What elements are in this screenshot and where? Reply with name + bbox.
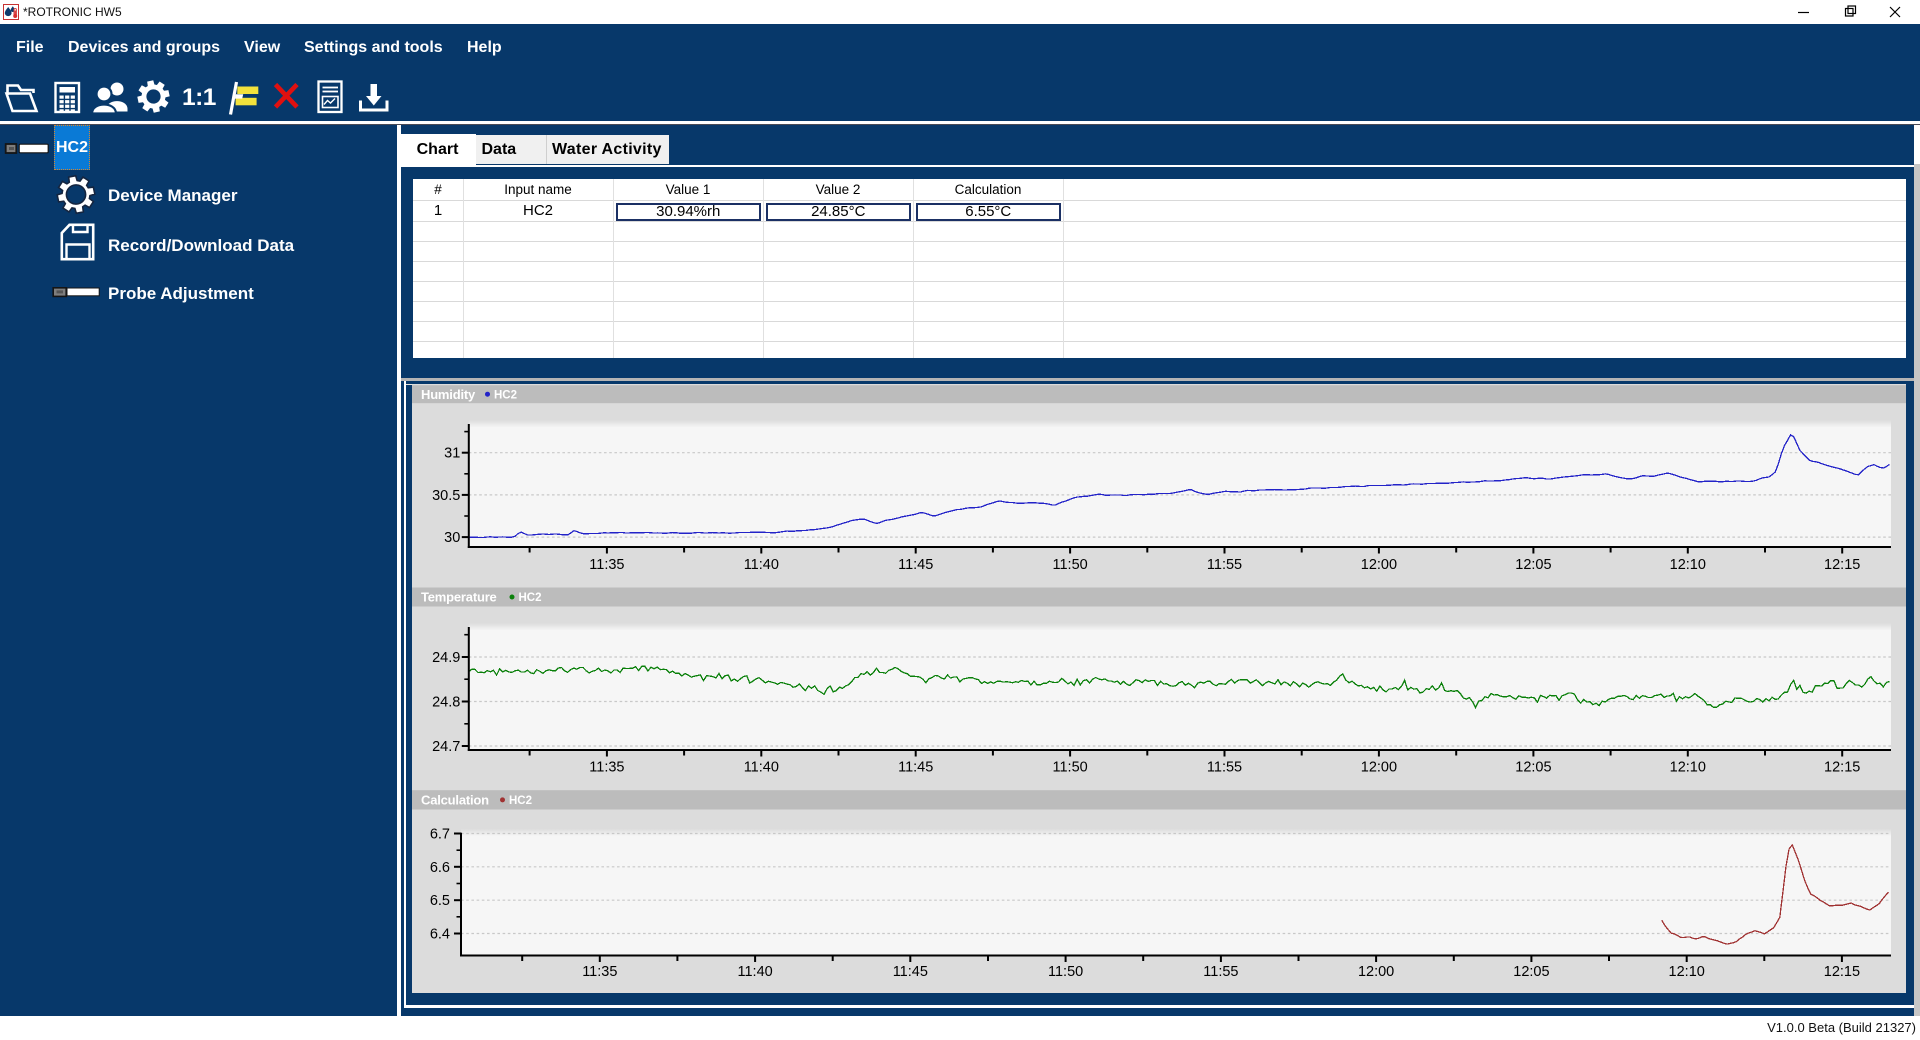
svg-text:Temperature: Temperature (421, 590, 497, 605)
svg-text:Humidity: Humidity (421, 387, 476, 402)
svg-text:31: 31 (444, 446, 460, 462)
svg-text:12:05: 12:05 (1515, 760, 1551, 776)
svg-text:12:10: 12:10 (1670, 557, 1706, 573)
svg-text:11:35: 11:35 (589, 557, 624, 573)
svg-text:11:50: 11:50 (1048, 964, 1083, 980)
svg-text:30.5: 30.5 (432, 488, 460, 504)
svg-text:11:45: 11:45 (893, 964, 928, 980)
svg-text:11:35: 11:35 (582, 964, 617, 980)
svg-text:12:00: 12:00 (1361, 557, 1397, 573)
svg-text:11:55: 11:55 (1207, 557, 1242, 573)
svg-text:12:10: 12:10 (1670, 760, 1706, 776)
svg-text:11:40: 11:40 (737, 964, 772, 980)
svg-text:30: 30 (444, 530, 460, 546)
svg-text:24.8: 24.8 (432, 695, 460, 711)
svg-text:HC2: HC2 (494, 389, 517, 401)
svg-text:11:50: 11:50 (1052, 557, 1087, 573)
svg-text:6.7: 6.7 (430, 827, 450, 843)
svg-text:Calculation: Calculation (421, 793, 489, 808)
svg-text:12:10: 12:10 (1669, 964, 1705, 980)
svg-text:11:40: 11:40 (744, 557, 779, 573)
svg-text:11:40: 11:40 (744, 760, 779, 776)
svg-text:1:1: 1:1 (182, 84, 216, 111)
svg-text:12:00: 12:00 (1361, 760, 1397, 776)
svg-text:11:45: 11:45 (898, 760, 933, 776)
svg-text:12:05: 12:05 (1513, 964, 1549, 980)
svg-text:HC2: HC2 (519, 592, 542, 604)
svg-text:11:45: 11:45 (898, 557, 933, 573)
svg-text:6.6: 6.6 (430, 860, 450, 876)
svg-text:11:55: 11:55 (1207, 760, 1242, 776)
svg-text:12:15: 12:15 (1824, 964, 1860, 980)
svg-text:11:50: 11:50 (1052, 760, 1087, 776)
svg-text:12:15: 12:15 (1824, 760, 1860, 776)
svg-text:24.7: 24.7 (432, 739, 460, 755)
svg-text:11:35: 11:35 (589, 760, 624, 776)
svg-text:6.5: 6.5 (430, 893, 450, 909)
svg-text:12:15: 12:15 (1824, 557, 1860, 573)
svg-text:6.4: 6.4 (430, 927, 450, 943)
svg-text:12:00: 12:00 (1358, 964, 1394, 980)
svg-text:HC2: HC2 (509, 795, 532, 807)
svg-text:11:55: 11:55 (1203, 964, 1238, 980)
svg-text:24.9: 24.9 (432, 650, 460, 666)
svg-text:12:05: 12:05 (1515, 557, 1551, 573)
